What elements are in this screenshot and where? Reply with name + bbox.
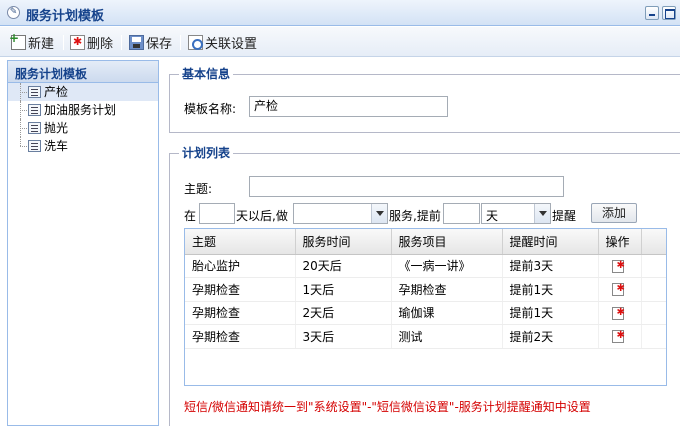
- cell-action: [598, 324, 642, 349]
- chevron-down-icon[interactable]: [371, 204, 387, 223]
- save-button-label: 保存: [146, 36, 173, 52]
- tree-panel-header: 服务计划模板: [8, 61, 158, 83]
- cell-item: 《一病一讲》: [391, 254, 503, 278]
- cell-time: 20天后: [295, 254, 392, 278]
- column-header-action[interactable]: 操作: [598, 229, 642, 255]
- cell-time: 1天后: [295, 277, 392, 302]
- service-remind-label: 服务,提前: [389, 209, 441, 223]
- notification-hint: 短信/微信通知请统一到"系统设置"-"短信微信设置"-服务计划提醒通知中设置: [184, 400, 591, 414]
- toolbar-separator: [180, 35, 181, 50]
- link-icon: [188, 34, 203, 50]
- tree-item-refuel-plan[interactable]: 加油服务计划: [8, 101, 158, 119]
- table-row[interactable]: 孕期检查 3天后 测试 提前2天: [185, 324, 666, 349]
- delete-row-icon[interactable]: [611, 259, 625, 273]
- table-row[interactable]: 孕期检查 2天后 瑜伽课 提前1天: [185, 301, 666, 325]
- remind-days-input[interactable]: [443, 203, 480, 224]
- unit-select-value: 天: [486, 209, 499, 223]
- cell-subject: 孕期检查: [185, 301, 296, 325]
- table-row[interactable]: 胎心监护 20天后 《一病一讲》 提前3天: [185, 254, 666, 278]
- document-icon: [28, 104, 41, 116]
- template-name-label: 模板名称:: [184, 102, 237, 116]
- toolbar-separator: [121, 35, 122, 50]
- tree-item-label: 洗车: [44, 139, 69, 153]
- template-tree-panel: 服务计划模板 产检 加油服务计划 抛光 洗车: [7, 60, 159, 426]
- template-name-input[interactable]: 产检: [249, 96, 448, 117]
- tree-item-carwash[interactable]: 洗车: [8, 137, 158, 155]
- subject-label: 主题:: [184, 182, 213, 196]
- plan-list-legend: 计划列表: [179, 146, 234, 160]
- app-icon: ✎: [7, 6, 20, 19]
- delete-icon: [70, 34, 85, 50]
- cell-remind: 提前2天: [502, 324, 599, 349]
- table-row[interactable]: 孕期检查 1天后 孕期检查 提前1天: [185, 277, 666, 302]
- column-header-time[interactable]: 服务时间: [295, 229, 392, 255]
- tree-item-polish[interactable]: 抛光: [8, 119, 158, 137]
- cell-time: 2天后: [295, 301, 392, 325]
- new-icon: [9, 31, 26, 50]
- service-select[interactable]: [293, 203, 388, 224]
- toolbar: 新建 删除 保存 关联设置: [0, 27, 680, 57]
- delete-row-icon[interactable]: [611, 306, 625, 320]
- cell-subject: 孕期检查: [185, 277, 296, 302]
- delete-row-icon[interactable]: [611, 330, 625, 344]
- save-button[interactable]: 保存: [129, 33, 173, 52]
- delete-button-label: 删除: [87, 36, 114, 52]
- maximize-icon[interactable]: [662, 6, 676, 20]
- document-icon: [28, 140, 41, 152]
- link-settings-label: 关联设置: [205, 36, 258, 52]
- plan-grid: 主题 服务时间 服务项目 提醒时间 操作 胎心监护 20天后 《一病一讲》 提前…: [184, 228, 667, 386]
- new-button[interactable]: 新建: [9, 31, 55, 52]
- tree-item-label: 加油服务计划: [44, 103, 117, 117]
- new-button-label: 新建: [28, 36, 55, 52]
- cell-remind: 提前3天: [502, 254, 599, 278]
- basic-info-legend: 基本信息: [179, 67, 234, 81]
- cell-item: 孕期检查: [391, 277, 503, 302]
- unit-select[interactable]: 天: [481, 203, 551, 224]
- cell-action: [598, 277, 642, 302]
- at-label: 在: [184, 209, 197, 223]
- delete-row-icon[interactable]: [611, 283, 625, 297]
- remind-label: 提醒: [552, 209, 577, 223]
- minimize-icon[interactable]: [645, 6, 659, 20]
- toolbar-separator: [63, 35, 64, 50]
- chevron-down-icon[interactable]: [534, 204, 550, 223]
- tree-item-label: 抛光: [44, 121, 69, 135]
- document-icon: [28, 122, 41, 134]
- grid-header-row: 主题 服务时间 服务项目 提醒时间 操作: [185, 229, 666, 255]
- window-title: 服务计划模板: [26, 9, 105, 24]
- document-icon: [28, 86, 41, 98]
- cell-remind: 提前1天: [502, 277, 599, 302]
- link-settings-button[interactable]: 关联设置: [188, 33, 258, 52]
- tree-item-prenatal[interactable]: 产检: [8, 83, 158, 101]
- delete-button[interactable]: 删除: [70, 33, 114, 52]
- cell-subject: 胎心监护: [185, 254, 296, 278]
- cell-item: 测试: [391, 324, 503, 349]
- days-after-label: 天以后,做: [236, 209, 288, 223]
- add-button[interactable]: 添加: [591, 203, 637, 223]
- subject-input[interactable]: [249, 176, 564, 197]
- cell-action: [598, 301, 642, 325]
- column-header-item[interactable]: 服务项目: [391, 229, 503, 255]
- window-titlebar: ✎ 服务计划模板: [0, 0, 680, 26]
- cell-subject: 孕期检查: [185, 324, 296, 349]
- cell-remind: 提前1天: [502, 301, 599, 325]
- tree-item-label: 产检: [44, 85, 69, 99]
- cell-time: 3天后: [295, 324, 392, 349]
- cell-action: [598, 254, 642, 278]
- save-icon: [129, 34, 144, 50]
- cell-item: 瑜伽课: [391, 301, 503, 325]
- column-header-subject[interactable]: 主题: [185, 229, 296, 255]
- days-input[interactable]: [199, 203, 235, 224]
- column-header-remind[interactable]: 提醒时间: [502, 229, 599, 255]
- column-header-filler: [641, 229, 666, 255]
